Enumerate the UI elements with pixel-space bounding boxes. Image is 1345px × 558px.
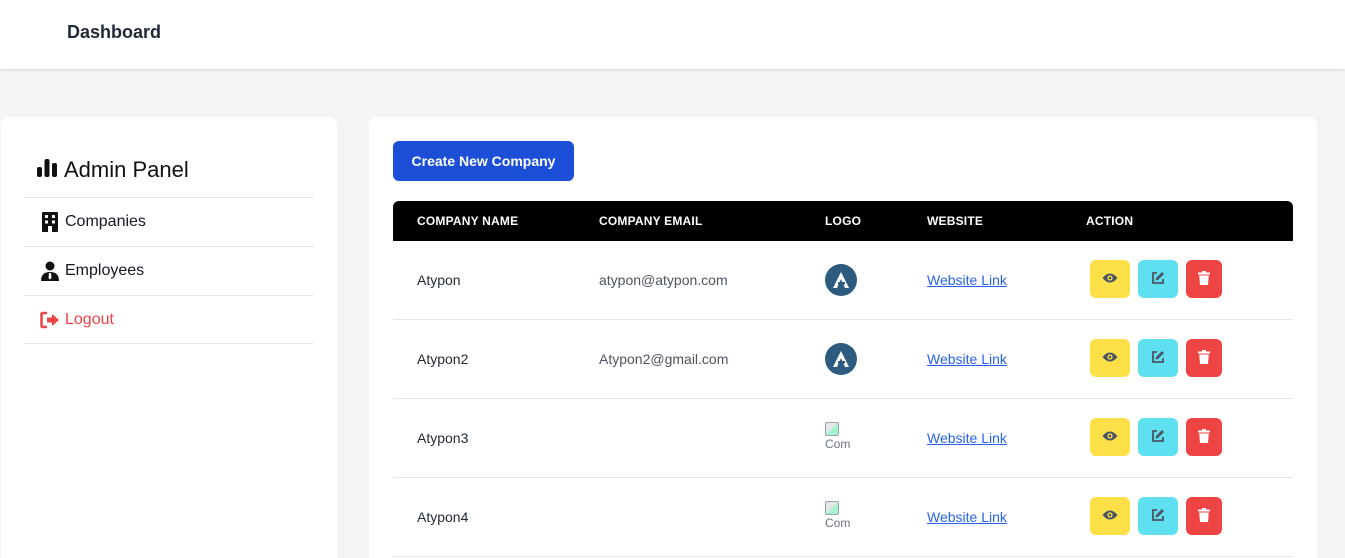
header-company-name: COMPANY NAME	[417, 214, 519, 228]
website-link[interactable]: Website Link	[927, 351, 1007, 367]
sign-out-icon	[39, 309, 61, 331]
header-logo: LOGO	[825, 214, 862, 228]
table-row: Atypon2 Atypon2@gmail.com Website Link	[393, 320, 1293, 399]
table-header: COMPANY NAME COMPANY EMAIL LOGO WEBSITE …	[393, 201, 1293, 241]
sidebar-nav: Companies Employees Logout	[24, 197, 314, 344]
website-link[interactable]: Website Link	[927, 272, 1007, 288]
companies-table: COMPANY NAME COMPANY EMAIL LOGO WEBSITE …	[393, 201, 1293, 557]
sidebar-item-label: Logout	[65, 310, 114, 328]
row-actions	[1090, 418, 1222, 456]
trash-icon	[1198, 270, 1210, 288]
view-button[interactable]	[1090, 339, 1130, 377]
delete-button[interactable]	[1186, 260, 1222, 298]
header-action: ACTION	[1086, 214, 1134, 228]
company-name: Atypon3	[417, 430, 469, 446]
table-row: Atypon3 Com Website Link	[393, 399, 1293, 478]
building-icon	[39, 211, 61, 233]
row-actions	[1090, 260, 1222, 298]
sidebar-item-employees[interactable]: Employees	[24, 246, 314, 295]
trash-icon	[1198, 349, 1210, 367]
website-link[interactable]: Website Link	[927, 430, 1007, 446]
broken-image-icon	[825, 422, 839, 436]
sidebar-item-companies[interactable]: Companies	[24, 197, 314, 246]
header-website: WEBSITE	[927, 214, 984, 228]
sidebar-item-label: Employees	[65, 262, 145, 279]
sidebar-item-label: Companies	[65, 213, 146, 230]
broken-logo-image: Com	[825, 422, 857, 454]
view-button[interactable]	[1090, 260, 1130, 298]
table-row: Atypon atypon@atypon.com Website Link	[393, 241, 1293, 320]
eye-icon	[1102, 272, 1118, 287]
company-email: atypon@atypon.com	[599, 272, 728, 288]
company-name: Atypon2	[417, 351, 469, 367]
trash-icon	[1198, 507, 1210, 525]
edit-button[interactable]	[1138, 418, 1178, 456]
edit-icon	[1151, 350, 1165, 367]
delete-button[interactable]	[1186, 497, 1222, 535]
eye-icon	[1102, 509, 1118, 524]
logo-alt-text: Com	[825, 437, 851, 451]
main-panel: Create New Company COMPANY NAME COMPANY …	[369, 117, 1317, 558]
edit-icon	[1151, 508, 1165, 525]
company-name: Atypon	[417, 272, 461, 288]
user-tie-icon	[39, 260, 61, 282]
row-actions	[1090, 497, 1222, 535]
view-button[interactable]	[1090, 418, 1130, 456]
table-row: Atypon4 Com Website Link	[393, 478, 1293, 557]
edit-icon	[1151, 429, 1165, 446]
brand: Admin Panel	[36, 157, 189, 183]
brand-label: Admin Panel	[64, 157, 189, 182]
broken-logo-image: Com	[825, 501, 857, 533]
company-logo	[825, 343, 857, 375]
create-company-button[interactable]: Create New Company	[393, 141, 574, 181]
row-actions	[1090, 339, 1222, 377]
edit-button[interactable]	[1138, 497, 1178, 535]
eye-icon	[1102, 430, 1118, 445]
delete-button[interactable]	[1186, 339, 1222, 377]
page-title: Dashboard	[67, 22, 162, 42]
header-company-email: COMPANY EMAIL	[599, 214, 703, 228]
company-name: Atypon4	[417, 509, 469, 525]
edit-icon	[1151, 271, 1165, 288]
trash-icon	[1198, 428, 1210, 446]
sidebar: Admin Panel Companies Employees Logout	[1, 117, 337, 558]
edit-button[interactable]	[1138, 260, 1178, 298]
eye-icon	[1102, 351, 1118, 366]
company-email: Atypon2@gmail.com	[599, 351, 729, 367]
sidebar-item-logout[interactable]: Logout	[24, 295, 314, 344]
chart-bar-icon	[36, 158, 58, 183]
edit-button[interactable]	[1138, 339, 1178, 377]
company-logo	[825, 264, 857, 296]
logo-alt-text: Com	[825, 516, 851, 530]
top-bar: Dashboard	[0, 0, 1345, 69]
delete-button[interactable]	[1186, 418, 1222, 456]
view-button[interactable]	[1090, 497, 1130, 535]
website-link[interactable]: Website Link	[927, 509, 1007, 525]
broken-image-icon	[825, 501, 839, 515]
